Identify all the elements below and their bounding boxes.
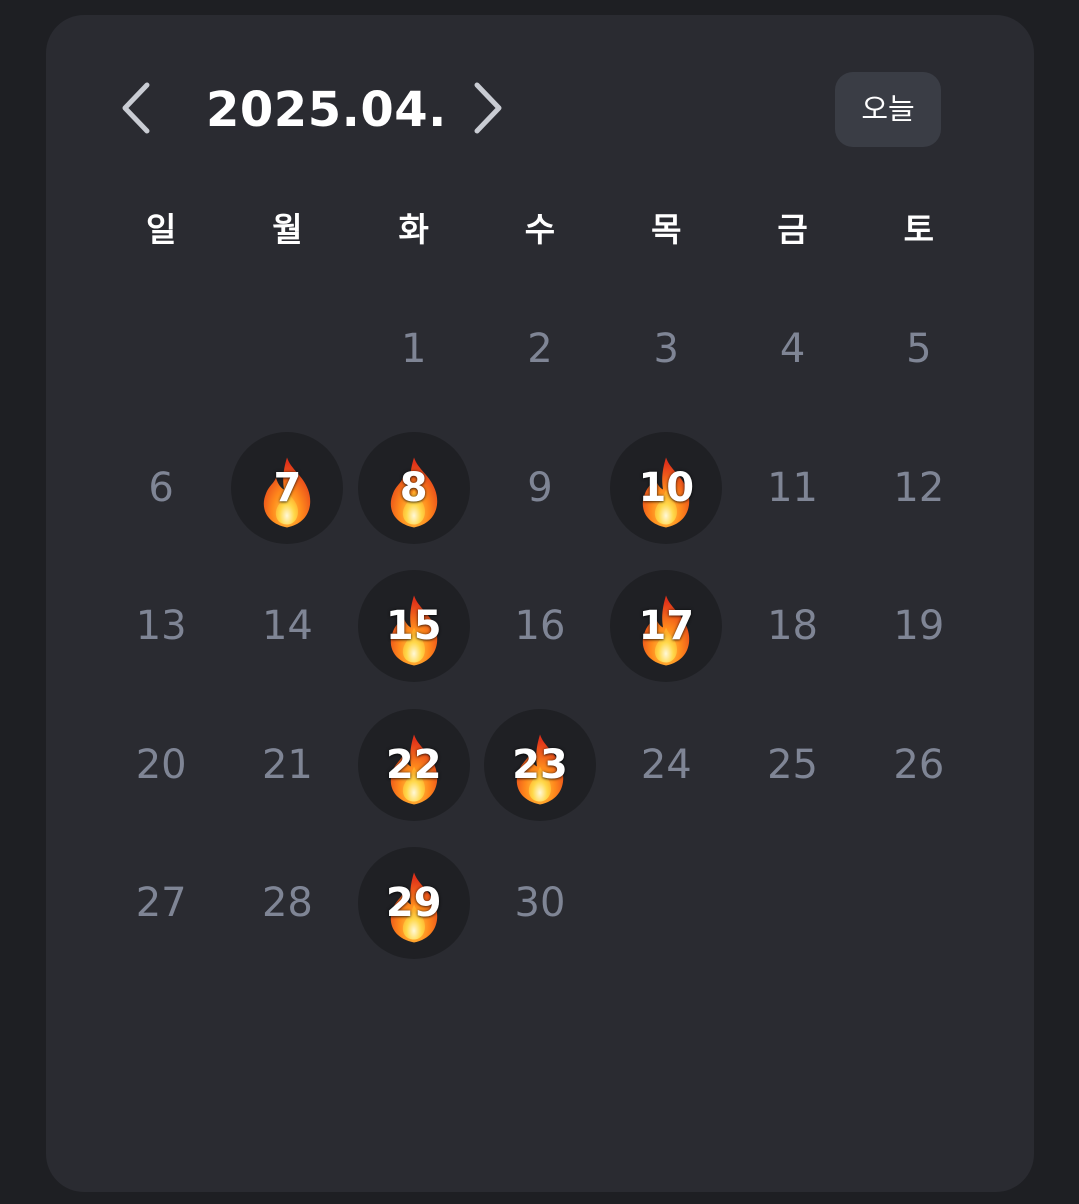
calendar-day-streak[interactable]: 22 xyxy=(351,696,477,835)
calendar-day[interactable]: 26 xyxy=(856,696,982,835)
day-number: 8 xyxy=(399,464,428,511)
calendar-day[interactable]: 14 xyxy=(224,557,350,696)
day-number: 22 xyxy=(385,741,442,788)
day-number: 1 xyxy=(400,326,427,373)
day-number: 27 xyxy=(135,880,187,927)
day-number: 21 xyxy=(261,741,313,788)
calendar-day-streak[interactable]: 10 xyxy=(603,419,729,558)
day-number: 23 xyxy=(512,741,568,788)
calendar-day[interactable]: 18 xyxy=(729,557,855,696)
calendar-day-grid: 1 2 3 4 5 6 7 8 9 10 11 12 13 14 15 16 17 18 19 20 21 22 23 24 2… xyxy=(98,280,982,973)
day-number: 11 xyxy=(767,464,819,511)
calendar-day-streak[interactable]: 15 xyxy=(351,557,477,696)
chevron-right-icon xyxy=(474,82,502,134)
today-button[interactable]: 오늘 xyxy=(835,72,941,147)
calendar-day[interactable]: 24 xyxy=(603,696,729,835)
day-number: 17 xyxy=(638,603,695,650)
day-number: 15 xyxy=(385,603,442,650)
day-number: 13 xyxy=(135,603,187,650)
day-number: 7 xyxy=(273,464,302,511)
calendar-day[interactable]: 6 xyxy=(98,419,224,558)
day-number: 18 xyxy=(767,603,819,650)
day-number: 12 xyxy=(893,464,945,511)
day-number: 14 xyxy=(261,603,313,650)
calendar-day[interactable]: 20 xyxy=(98,696,224,835)
calendar-day[interactable]: 3 xyxy=(603,280,729,419)
day-number: 28 xyxy=(261,880,313,927)
calendar-day-streak[interactable]: 23 xyxy=(477,696,603,835)
calendar-day[interactable]: 27 xyxy=(98,834,224,973)
chevron-left-icon xyxy=(122,82,150,134)
weekday-label: 월 xyxy=(272,210,303,249)
day-number: 4 xyxy=(779,326,806,373)
month-title: 2025.04. xyxy=(206,82,447,138)
day-number: 24 xyxy=(640,741,692,788)
calendar-day[interactable]: 4 xyxy=(729,280,855,419)
calendar-empty-cell xyxy=(224,280,350,419)
weekday-header-row: 일 월 화 수 목 금 토 xyxy=(98,200,982,260)
weekday-label: 목 xyxy=(651,210,682,249)
weekday-label: 수 xyxy=(524,210,556,249)
next-month-button[interactable] xyxy=(458,73,518,143)
calendar-header: 2025.04. 오늘 xyxy=(46,15,1034,205)
day-number: 25 xyxy=(767,741,819,788)
day-number: 29 xyxy=(385,880,442,927)
calendar-day[interactable]: 1 xyxy=(351,280,477,419)
day-number: 2 xyxy=(527,326,553,373)
calendar-day[interactable]: 19 xyxy=(856,557,982,696)
day-number: 16 xyxy=(514,603,566,650)
prev-month-button[interactable] xyxy=(106,73,166,143)
calendar-day-streak[interactable]: 17 xyxy=(603,557,729,696)
day-number: 10 xyxy=(638,464,695,511)
day-number: 6 xyxy=(148,464,174,511)
weekday-label: 토 xyxy=(903,210,935,249)
day-number: 26 xyxy=(893,741,945,788)
calendar-day[interactable]: 13 xyxy=(98,557,224,696)
weekday-label: 일 xyxy=(145,210,177,249)
calendar-day[interactable]: 28 xyxy=(224,834,350,973)
calendar-day[interactable]: 11 xyxy=(729,419,855,558)
day-number: 9 xyxy=(527,464,553,511)
calendar-day[interactable]: 12 xyxy=(856,419,982,558)
calendar-day[interactable]: 2 xyxy=(477,280,603,419)
day-number: 20 xyxy=(135,741,187,788)
day-number: 19 xyxy=(893,603,945,650)
weekday-label: 금 xyxy=(777,210,808,249)
calendar-day[interactable]: 16 xyxy=(477,557,603,696)
calendar-day-streak[interactable]: 8 xyxy=(351,419,477,558)
calendar-day[interactable]: 25 xyxy=(729,696,855,835)
calendar-day-streak[interactable]: 7 xyxy=(224,419,350,558)
calendar-empty-cell xyxy=(98,280,224,419)
day-number: 5 xyxy=(906,326,932,373)
day-number: 3 xyxy=(653,326,679,373)
calendar-day[interactable]: 30 xyxy=(477,834,603,973)
day-number: 30 xyxy=(514,880,566,927)
calendar-card: 2025.04. 오늘 일 월 화 수 목 금 토 1 2 3 4 5 6 7 8 9 10 11 1… xyxy=(46,15,1034,1192)
calendar-day[interactable]: 5 xyxy=(856,280,982,419)
calendar-day[interactable]: 21 xyxy=(224,696,350,835)
weekday-label: 화 xyxy=(398,210,429,249)
calendar-day-streak[interactable]: 29 xyxy=(351,834,477,973)
calendar-day[interactable]: 9 xyxy=(477,419,603,558)
